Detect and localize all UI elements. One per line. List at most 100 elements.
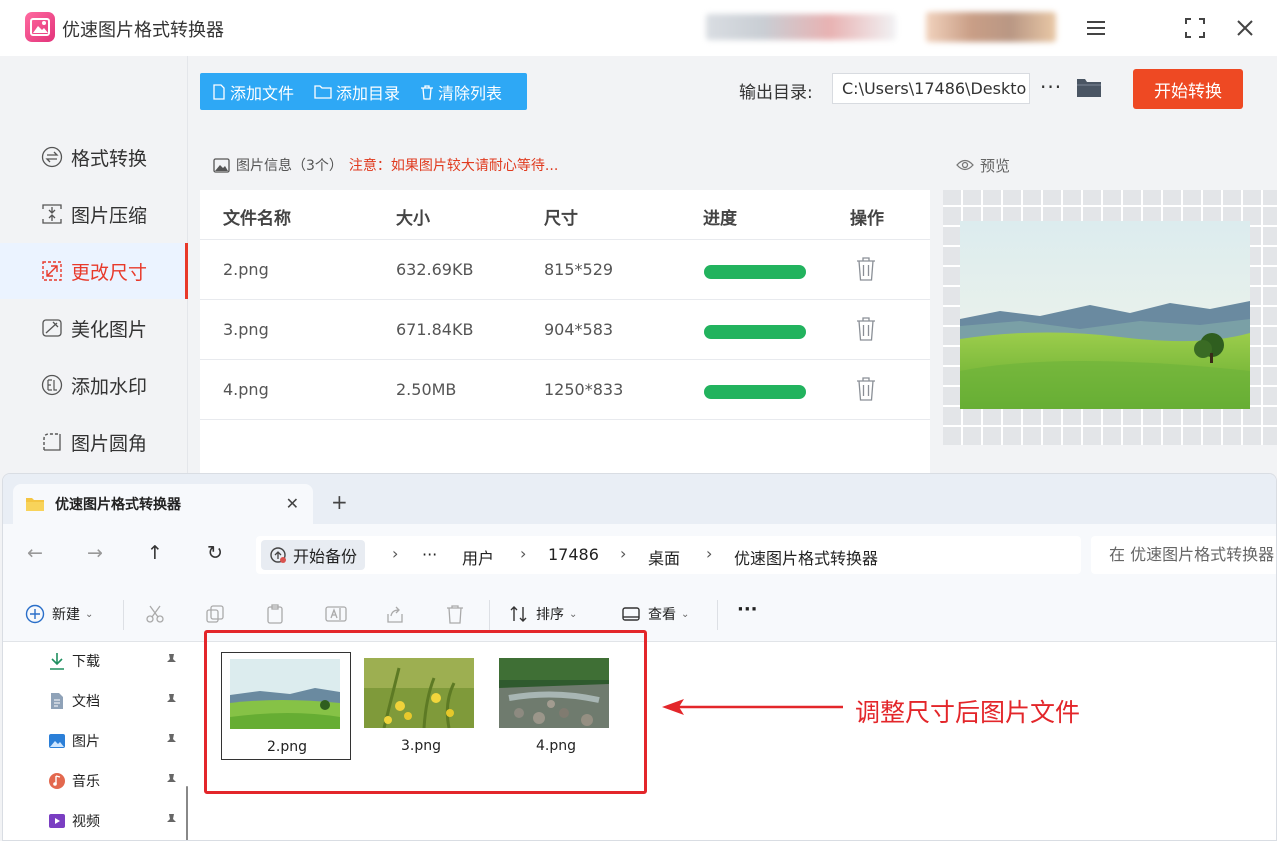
app-title: 优速图片格式转换器: [62, 20, 224, 41]
search-input[interactable]: 在 优速图片格式转换器: [1091, 536, 1276, 574]
new-item-button[interactable]: 新建 ⌄: [25, 604, 93, 624]
new-item-label: 新建: [52, 607, 80, 623]
refresh-icon[interactable]: ↻: [207, 542, 223, 564]
delete-row-icon[interactable]: [856, 257, 876, 285]
add-file-label: 添加文件: [230, 83, 295, 103]
browse-more-button[interactable]: ···: [1040, 75, 1062, 99]
sort-icon: [510, 606, 527, 622]
compress-icon: [40, 202, 64, 226]
pin-icon[interactable]: [164, 813, 178, 831]
format-convert-icon: [40, 145, 64, 169]
breadcrumb-current[interactable]: 优速图片格式转换器: [734, 545, 878, 569]
watermark-icon: [40, 373, 64, 397]
start-convert-button[interactable]: 开始转换: [1133, 69, 1243, 109]
file-dims: 1250*833: [544, 380, 624, 399]
quick-access-documents[interactable]: 文档: [48, 686, 178, 716]
view-button[interactable]: 查看 ⌄: [621, 604, 689, 624]
quick-access-label: 图片: [72, 734, 100, 750]
sidebar-item-watermark[interactable]: 添加水印: [0, 357, 188, 413]
quick-access-videos[interactable]: 视频: [48, 806, 178, 836]
output-dir-input[interactable]: C:\Users\17486\Deskto: [832, 73, 1030, 104]
plus-circle-icon: [25, 604, 45, 624]
image-info-icon: [213, 157, 230, 173]
pictures-icon: [48, 732, 66, 750]
close-icon[interactable]: [1231, 14, 1259, 42]
breadcrumb-user-folder[interactable]: 17486: [548, 545, 599, 564]
paste-icon[interactable]: [265, 604, 285, 628]
more-options-button[interactable]: ···: [737, 599, 758, 620]
cut-icon[interactable]: [145, 604, 165, 628]
app-title-bar: 优速图片格式转换器: [0, 0, 1277, 56]
breadcrumb-more[interactable]: ···: [422, 545, 437, 564]
share-icon[interactable]: [385, 604, 405, 628]
quick-access-label: 视频: [72, 814, 100, 830]
breadcrumb: 开始备份 › ··· 用户 › 17486 › 桌面 › 优速图片格式转换器: [256, 536, 1081, 574]
file-info-header: 图片信息（3个） 注意：如果图片较大请耐心等待...: [200, 140, 930, 190]
eye-icon: [956, 159, 974, 171]
menu-icon[interactable]: [1082, 14, 1110, 42]
open-folder-icon[interactable]: [1076, 76, 1102, 102]
annotation-text: 调整尺寸后图片文件: [855, 698, 1081, 727]
forward-arrow-icon[interactable]: →: [87, 542, 103, 564]
quick-access-label: 音乐: [72, 774, 100, 790]
table-row: 4.png 2.50MB 1250*833: [200, 360, 930, 420]
delete-row-icon[interactable]: [856, 317, 876, 345]
rename-icon[interactable]: [325, 604, 347, 628]
file-info-title: 图片信息（3个）: [236, 158, 343, 174]
pin-icon[interactable]: [164, 773, 178, 791]
file-icon: [213, 83, 225, 100]
breadcrumb-desktop[interactable]: 桌面: [648, 545, 680, 569]
preview-title: 预览: [980, 156, 1011, 175]
sidebar-item-format-convert[interactable]: 格式转换: [0, 129, 188, 185]
quick-access-label: 下载: [72, 654, 100, 670]
round-corner-icon: [40, 430, 64, 454]
download-icon: [48, 652, 66, 670]
file-name: 2.png: [223, 260, 269, 279]
quick-access-label: 文档: [72, 694, 100, 710]
breadcrumb-users[interactable]: 用户: [462, 545, 494, 569]
file-name: 3.png: [223, 320, 269, 339]
explorer-tab[interactable]: 优速图片格式转换器 ✕: [13, 484, 313, 524]
output-dir-label: 输出目录:: [739, 83, 813, 103]
pin-icon[interactable]: [164, 693, 178, 711]
back-arrow-icon[interactable]: ←: [27, 542, 43, 564]
annotation-arrow: [660, 696, 845, 722]
sidebar-item-round-corner[interactable]: 图片圆角: [0, 414, 188, 470]
new-tab-button[interactable]: +: [331, 490, 348, 514]
video-icon: [48, 812, 66, 830]
explorer-tab-bar: 优速图片格式转换器 ✕ +: [3, 474, 1276, 524]
pin-icon[interactable]: [164, 653, 178, 671]
sort-button[interactable]: 排序 ⌄: [509, 604, 577, 624]
column-header-size: 大小: [396, 209, 430, 229]
copy-icon[interactable]: [205, 604, 225, 628]
quick-access-pictures[interactable]: 图片: [48, 726, 178, 756]
add-file-button[interactable]: 添加文件: [212, 80, 294, 104]
app-logo-icon: [25, 12, 55, 42]
quick-access-music[interactable]: 音乐: [48, 766, 178, 796]
sidebar-item-compress[interactable]: 图片压缩: [0, 186, 188, 242]
settings-panel-peek: [943, 455, 1277, 475]
file-size: 671.84KB: [396, 320, 474, 339]
highlight-box: [204, 630, 647, 794]
sidebar-item-beautify[interactable]: 美化图片: [0, 300, 188, 356]
delete-icon[interactable]: [445, 604, 465, 628]
add-directory-button[interactable]: 添加目录: [314, 80, 400, 104]
pin-icon[interactable]: [164, 733, 178, 751]
tab-close-icon[interactable]: ✕: [286, 494, 299, 513]
delete-row-icon[interactable]: [856, 377, 876, 405]
maximize-icon[interactable]: [1181, 14, 1209, 42]
quick-access-downloads[interactable]: 下载: [48, 646, 178, 676]
sidebar-item-label: 格式转换: [71, 147, 148, 170]
file-size: 632.69KB: [396, 260, 474, 279]
table-row: 3.png 671.84KB 904*583: [200, 300, 930, 360]
breadcrumb-backup[interactable]: 开始备份: [261, 540, 366, 570]
folder-icon: [26, 498, 44, 511]
file-dims: 815*529: [544, 260, 614, 279]
nav-pane-scrollbar[interactable]: [186, 786, 188, 840]
progress-bar: [704, 385, 806, 399]
breadcrumb-label: 开始备份: [293, 547, 358, 566]
sidebar-item-resize[interactable]: 更改尺寸: [0, 243, 188, 299]
clear-list-button[interactable]: 清除列表: [420, 80, 502, 104]
explorer-tab-label: 优速图片格式转换器: [55, 497, 181, 513]
up-arrow-icon[interactable]: ↑: [147, 542, 163, 564]
